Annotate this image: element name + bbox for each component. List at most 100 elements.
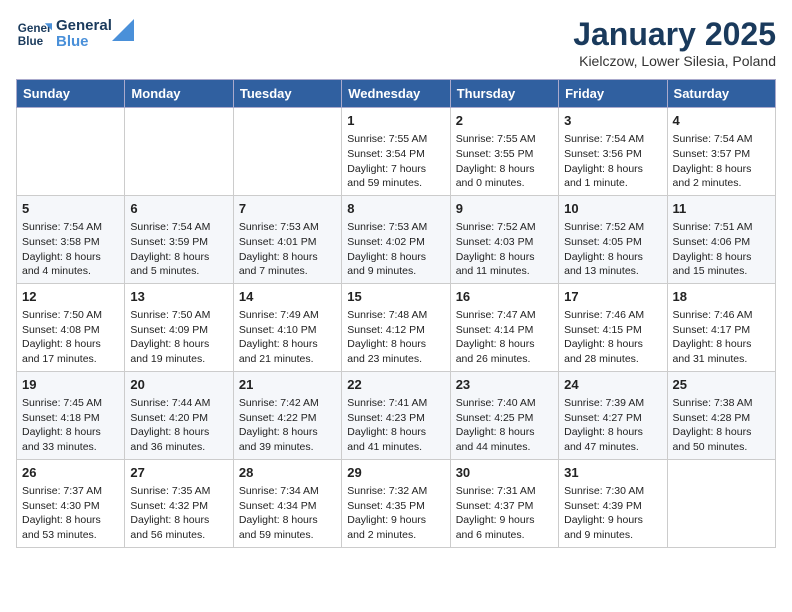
calendar-cell: 27Sunrise: 7:35 AM Sunset: 4:32 PM Dayli… bbox=[125, 459, 233, 547]
weekday-header-row: SundayMondayTuesdayWednesdayThursdayFrid… bbox=[17, 80, 776, 108]
day-info: Sunrise: 7:52 AM Sunset: 4:05 PM Dayligh… bbox=[564, 220, 661, 279]
week-row-2: 5 Sunrise: 7:54 AM Sunset: 3:58 PM Daylig… bbox=[17, 195, 776, 283]
day-info: Sunrise: 7:44 AM Sunset: 4:20 PM Dayligh… bbox=[130, 396, 227, 455]
day-info: Sunrise: 7:31 AM Sunset: 4:37 PM Dayligh… bbox=[456, 484, 553, 543]
calendar-cell: 12 Sunrise: 7:50 AM Sunset: 4:08 PM Dayli… bbox=[17, 283, 125, 371]
day-number: 23 bbox=[456, 376, 553, 394]
month-title: January 2025 bbox=[573, 16, 776, 53]
day-number: 12 bbox=[22, 288, 119, 306]
calendar-cell: 13 Sunrise: 7:50 AM Sunset: 4:09 PM Dayli… bbox=[125, 283, 233, 371]
day-number: 28 bbox=[239, 464, 336, 482]
calendar-cell bbox=[233, 108, 341, 196]
day-number: 15 bbox=[347, 288, 444, 306]
calendar-cell: 18 Sunrise: 7:46 AM Sunset: 4:17 PM Dayli… bbox=[667, 283, 775, 371]
day-number: 30 bbox=[456, 464, 553, 482]
day-info: Sunrise: 7:49 AM Sunset: 4:10 PM Dayligh… bbox=[239, 308, 336, 367]
logo: General Blue General Blue bbox=[16, 16, 134, 52]
weekday-header-sunday: Sunday bbox=[17, 80, 125, 108]
page-header: General Blue General Blue January 2025 K… bbox=[16, 16, 776, 69]
week-row-5: 26Sunrise: 7:37 AM Sunset: 4:30 PM Dayli… bbox=[17, 459, 776, 547]
calendar-cell: 30 Sunrise: 7:31 AM Sunset: 4:37 PM Dayli… bbox=[450, 459, 558, 547]
calendar-cell: 7 Sunrise: 7:53 AM Sunset: 4:01 PM Daylig… bbox=[233, 195, 341, 283]
calendar-cell: 17Sunrise: 7:46 AM Sunset: 4:15 PM Dayli… bbox=[559, 283, 667, 371]
day-number: 26 bbox=[22, 464, 119, 482]
calendar-cell: 22 Sunrise: 7:41 AM Sunset: 4:23 PM Dayli… bbox=[342, 371, 450, 459]
day-info: Sunrise: 7:46 AM Sunset: 4:17 PM Dayligh… bbox=[673, 308, 770, 367]
day-number: 6 bbox=[130, 200, 227, 218]
day-info: Sunrise: 7:47 AM Sunset: 4:14 PM Dayligh… bbox=[456, 308, 553, 367]
day-info: Sunrise: 7:50 AM Sunset: 4:09 PM Dayligh… bbox=[130, 308, 227, 367]
day-info: Sunrise: 7:41 AM Sunset: 4:23 PM Dayligh… bbox=[347, 396, 444, 455]
day-info: Sunrise: 7:54 AM Sunset: 3:58 PM Dayligh… bbox=[22, 220, 119, 279]
calendar-cell: 25Sunrise: 7:38 AM Sunset: 4:28 PM Dayli… bbox=[667, 371, 775, 459]
day-number: 1 bbox=[347, 112, 444, 130]
day-info: Sunrise: 7:53 AM Sunset: 4:01 PM Dayligh… bbox=[239, 220, 336, 279]
week-row-4: 19Sunrise: 7:45 AM Sunset: 4:18 PM Dayli… bbox=[17, 371, 776, 459]
weekday-header-thursday: Thursday bbox=[450, 80, 558, 108]
location-title: Kielczow, Lower Silesia, Poland bbox=[573, 53, 776, 69]
day-number: 14 bbox=[239, 288, 336, 306]
day-info: Sunrise: 7:30 AM Sunset: 4:39 PM Dayligh… bbox=[564, 484, 661, 543]
day-number: 18 bbox=[673, 288, 770, 306]
calendar-cell: 19Sunrise: 7:45 AM Sunset: 4:18 PM Dayli… bbox=[17, 371, 125, 459]
calendar-cell bbox=[17, 108, 125, 196]
calendar-cell: 8Sunrise: 7:53 AM Sunset: 4:02 PM Daylig… bbox=[342, 195, 450, 283]
calendar-cell: 2Sunrise: 7:55 AM Sunset: 3:55 PM Daylig… bbox=[450, 108, 558, 196]
calendar-cell bbox=[125, 108, 233, 196]
calendar-cell: 26Sunrise: 7:37 AM Sunset: 4:30 PM Dayli… bbox=[17, 459, 125, 547]
day-info: Sunrise: 7:52 AM Sunset: 4:03 PM Dayligh… bbox=[456, 220, 553, 279]
day-info: Sunrise: 7:38 AM Sunset: 4:28 PM Dayligh… bbox=[673, 396, 770, 455]
calendar-cell: 20 Sunrise: 7:44 AM Sunset: 4:20 PM Dayli… bbox=[125, 371, 233, 459]
day-number: 5 bbox=[22, 200, 119, 218]
calendar-cell: 23 Sunrise: 7:40 AM Sunset: 4:25 PM Dayli… bbox=[450, 371, 558, 459]
calendar-cell: 16 Sunrise: 7:47 AM Sunset: 4:14 PM Dayli… bbox=[450, 283, 558, 371]
calendar-cell: 10 Sunrise: 7:52 AM Sunset: 4:05 PM Dayli… bbox=[559, 195, 667, 283]
day-number: 3 bbox=[564, 112, 661, 130]
weekday-header-wednesday: Wednesday bbox=[342, 80, 450, 108]
calendar-cell: 1Sunrise: 7:55 AM Sunset: 3:54 PM Daylig… bbox=[342, 108, 450, 196]
calendar-cell: 28Sunrise: 7:34 AM Sunset: 4:34 PM Dayli… bbox=[233, 459, 341, 547]
day-number: 31 bbox=[564, 464, 661, 482]
day-info: Sunrise: 7:40 AM Sunset: 4:25 PM Dayligh… bbox=[456, 396, 553, 455]
day-info: Sunrise: 7:35 AM Sunset: 4:32 PM Dayligh… bbox=[130, 484, 227, 543]
calendar-cell: 6 Sunrise: 7:54 AM Sunset: 3:59 PM Daylig… bbox=[125, 195, 233, 283]
day-number: 10 bbox=[564, 200, 661, 218]
logo-triangle-icon bbox=[112, 19, 134, 41]
logo-icon: General Blue bbox=[16, 16, 52, 52]
svg-text:Blue: Blue bbox=[18, 35, 44, 48]
weekday-header-monday: Monday bbox=[125, 80, 233, 108]
day-number: 9 bbox=[456, 200, 553, 218]
title-block: January 2025 Kielczow, Lower Silesia, Po… bbox=[573, 16, 776, 69]
day-info: Sunrise: 7:55 AM Sunset: 3:55 PM Dayligh… bbox=[456, 132, 553, 191]
day-info: Sunrise: 7:54 AM Sunset: 3:57 PM Dayligh… bbox=[673, 132, 770, 191]
day-info: Sunrise: 7:54 AM Sunset: 3:59 PM Dayligh… bbox=[130, 220, 227, 279]
calendar-cell: 9 Sunrise: 7:52 AM Sunset: 4:03 PM Daylig… bbox=[450, 195, 558, 283]
day-number: 13 bbox=[130, 288, 227, 306]
day-number: 11 bbox=[673, 200, 770, 218]
calendar-cell: 3 Sunrise: 7:54 AM Sunset: 3:56 PM Daylig… bbox=[559, 108, 667, 196]
calendar-cell: 21Sunrise: 7:42 AM Sunset: 4:22 PM Dayli… bbox=[233, 371, 341, 459]
day-info: Sunrise: 7:54 AM Sunset: 3:56 PM Dayligh… bbox=[564, 132, 661, 191]
day-number: 20 bbox=[130, 376, 227, 394]
calendar-cell: 5 Sunrise: 7:54 AM Sunset: 3:58 PM Daylig… bbox=[17, 195, 125, 283]
day-info: Sunrise: 7:32 AM Sunset: 4:35 PM Dayligh… bbox=[347, 484, 444, 543]
logo-text-general: General bbox=[56, 18, 112, 35]
calendar-cell: 29Sunrise: 7:32 AM Sunset: 4:35 PM Dayli… bbox=[342, 459, 450, 547]
calendar-cell: 15Sunrise: 7:48 AM Sunset: 4:12 PM Dayli… bbox=[342, 283, 450, 371]
day-number: 22 bbox=[347, 376, 444, 394]
calendar-cell: 11 Sunrise: 7:51 AM Sunset: 4:06 PM Dayli… bbox=[667, 195, 775, 283]
day-info: Sunrise: 7:50 AM Sunset: 4:08 PM Dayligh… bbox=[22, 308, 119, 367]
day-number: 4 bbox=[673, 112, 770, 130]
calendar-cell: 31 Sunrise: 7:30 AM Sunset: 4:39 PM Dayli… bbox=[559, 459, 667, 547]
day-info: Sunrise: 7:51 AM Sunset: 4:06 PM Dayligh… bbox=[673, 220, 770, 279]
calendar-table: SundayMondayTuesdayWednesdayThursdayFrid… bbox=[16, 79, 776, 548]
calendar-cell: 14 Sunrise: 7:49 AM Sunset: 4:10 PM Dayli… bbox=[233, 283, 341, 371]
logo-text-blue: Blue bbox=[56, 34, 112, 51]
day-number: 7 bbox=[239, 200, 336, 218]
day-number: 16 bbox=[456, 288, 553, 306]
week-row-3: 12 Sunrise: 7:50 AM Sunset: 4:08 PM Dayli… bbox=[17, 283, 776, 371]
day-info: Sunrise: 7:46 AM Sunset: 4:15 PM Dayligh… bbox=[564, 308, 661, 367]
day-info: Sunrise: 7:42 AM Sunset: 4:22 PM Dayligh… bbox=[239, 396, 336, 455]
weekday-header-friday: Friday bbox=[559, 80, 667, 108]
calendar-cell: 24Sunrise: 7:39 AM Sunset: 4:27 PM Dayli… bbox=[559, 371, 667, 459]
